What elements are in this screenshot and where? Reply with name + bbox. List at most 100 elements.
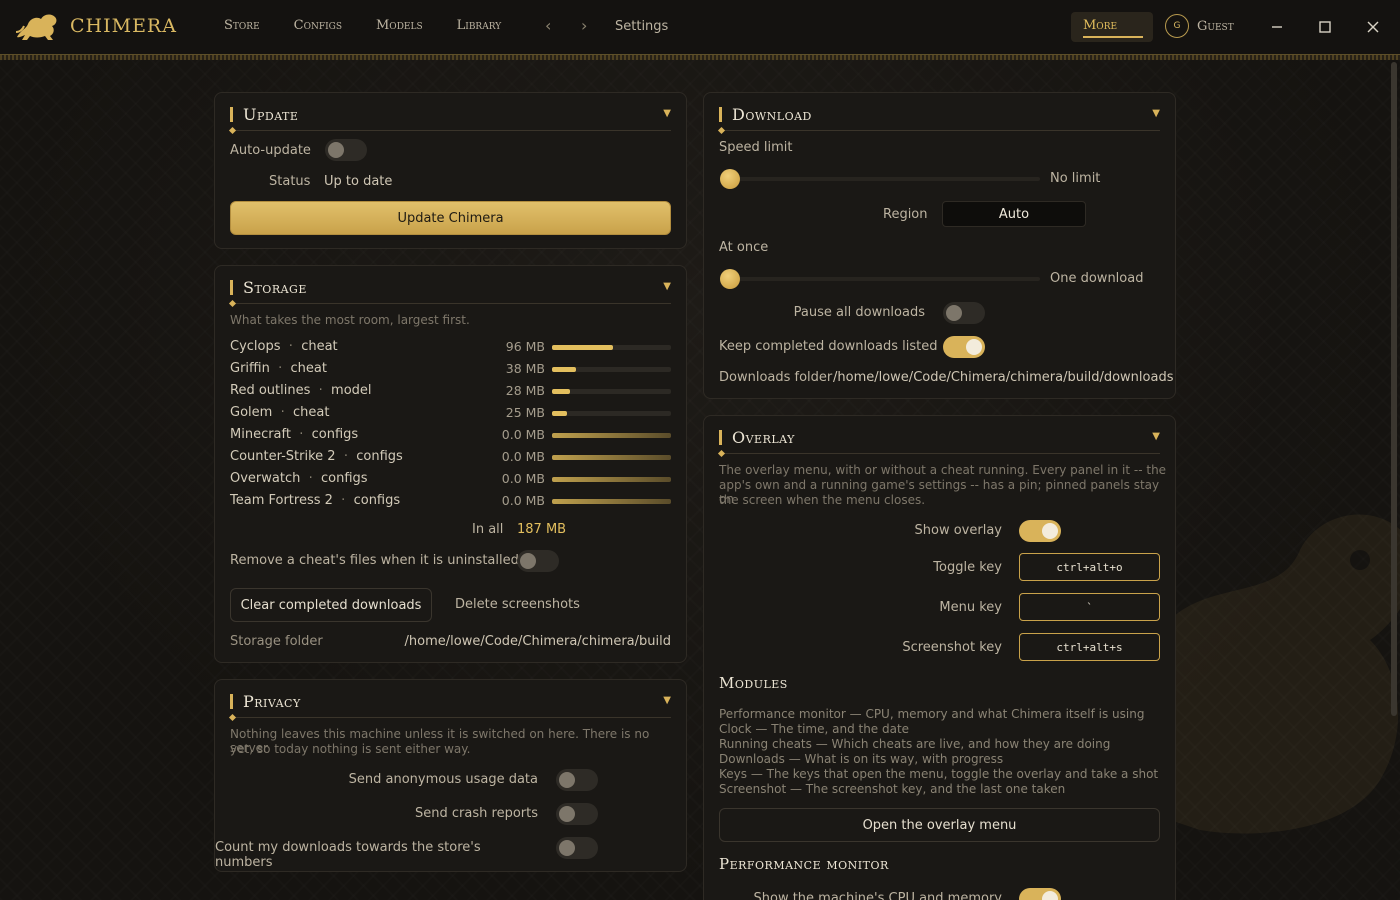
pause-downloads-toggle[interactable]: [943, 302, 985, 324]
storage-folder-value[interactable]: /home/lowe/Code/Chimera/chimera/build: [405, 634, 671, 649]
diamond-icon: [717, 126, 726, 135]
speed-limit-value: No limit: [1050, 171, 1101, 186]
divider: [719, 453, 1160, 454]
auto-update-label: Auto-update: [230, 143, 311, 158]
caret-down-icon[interactable]: ▼: [1152, 431, 1160, 442]
keep-completed-toggle[interactable]: [943, 336, 985, 358]
region-select[interactable]: Auto: [942, 201, 1086, 227]
menu-key-label: Menu key: [939, 600, 1002, 615]
panel-header[interactable]: Download ▼: [717, 105, 1160, 135]
downloads-folder-value[interactable]: /home/lowe/Code/Chimera/chimera/build/do…: [833, 370, 1173, 385]
count-downloads-toggle[interactable]: [556, 837, 598, 859]
total-label: In all: [472, 522, 504, 537]
more-button[interactable]: More: [1071, 12, 1153, 42]
module-item: Clock — The time, and the date: [719, 722, 910, 736]
module-item: Keys — The keys that open the menu, togg…: [719, 767, 1159, 781]
open-overlay-menu-button[interactable]: Open the overlay menu: [719, 808, 1160, 842]
performance-monitor-heading: Performance monitor: [719, 855, 889, 873]
nav-models[interactable]: Models: [376, 18, 423, 33]
at-once-slider[interactable]: [724, 277, 1040, 281]
forward-arrow-icon[interactable]: ›: [581, 16, 587, 35]
back-arrow-icon[interactable]: ‹: [545, 16, 551, 35]
panel-header[interactable]: Storage ▼: [228, 278, 671, 308]
panel-title: Storage: [230, 278, 307, 297]
scrollbar[interactable]: [1391, 62, 1397, 716]
nav-store[interactable]: Store: [224, 18, 260, 33]
total-value: 187 MB: [517, 522, 567, 537]
list-item: Overwatch · configs 0.0 MB: [230, 471, 671, 489]
speed-limit-slider[interactable]: [724, 177, 1040, 181]
storage-item-bar: [552, 345, 671, 350]
menu-key-field[interactable]: `: [1019, 593, 1160, 621]
caret-down-icon[interactable]: ▼: [663, 108, 671, 119]
storage-item-name: Griffin · cheat: [230, 361, 327, 376]
storage-item-size: 0.0 MB: [501, 493, 545, 508]
caret-down-icon[interactable]: ▼: [663, 281, 671, 292]
close-icon[interactable]: [1360, 14, 1386, 40]
crash-reports-toggle[interactable]: [556, 803, 598, 825]
diamond-icon: [228, 126, 237, 135]
overlay-description-line-1: The overlay menu, with or without a chea…: [719, 463, 1167, 477]
user-menu[interactable]: G Guest: [1165, 14, 1234, 38]
screenshot-key-field[interactable]: ctrl+alt+s: [1019, 633, 1160, 661]
update-panel: Update ▼ Auto-update Status Up to date U…: [214, 92, 687, 249]
storage-item-name: Red outlines · model: [230, 383, 372, 398]
caret-down-icon[interactable]: ▼: [1152, 108, 1160, 119]
storage-item-bar: [552, 367, 671, 372]
modules-heading: Modules: [719, 674, 788, 692]
privacy-panel: Privacy ▼ Nothing leaves this machine un…: [214, 679, 687, 872]
storage-item-bar: [552, 433, 671, 438]
panel-header[interactable]: Update ▼: [228, 105, 671, 135]
speed-limit-thumb[interactable]: [720, 169, 740, 189]
divider: [719, 130, 1160, 131]
list-item: Griffin · cheat 38 MB: [230, 361, 671, 379]
usage-data-label: Send anonymous usage data: [348, 772, 538, 787]
module-item: Screenshot — The screenshot key, and the…: [719, 782, 1066, 796]
app-name: CHIMERA: [70, 15, 177, 37]
status-value: Up to date: [324, 174, 393, 189]
storage-item-bar: [552, 477, 671, 482]
privacy-description-line-2: yet, so today nothing is sent either way…: [230, 742, 471, 756]
storage-item-bar-fill: [552, 345, 613, 350]
remove-files-toggle[interactable]: [517, 550, 559, 572]
clear-downloads-button[interactable]: Clear completed downloads: [230, 588, 432, 622]
module-item: Performance monitor — CPU, memory and wh…: [719, 707, 1145, 721]
perf-show-toggle[interactable]: [1019, 888, 1061, 900]
update-button[interactable]: Update Chimera: [230, 201, 671, 235]
perf-show-label: Show the machine's CPU and memory: [753, 891, 1003, 900]
at-once-label: At once: [719, 240, 769, 255]
list-item: Counter-Strike 2 · configs 0.0 MB: [230, 449, 671, 467]
storage-item-name: Cyclops · cheat: [230, 339, 338, 354]
usage-data-toggle[interactable]: [556, 769, 598, 791]
storage-item-size: 0.0 MB: [501, 449, 545, 464]
app-logo[interactable]: CHIMERA: [14, 10, 177, 42]
at-once-value: One download: [1050, 271, 1144, 286]
panel-header[interactable]: Overlay ▼: [717, 428, 1160, 458]
downloads-folder-label: Downloads folder: [719, 370, 833, 385]
storage-item-bar: [552, 499, 671, 504]
at-once-thumb[interactable]: [720, 269, 740, 289]
storage-item-name: Team Fortress 2 · configs: [230, 493, 401, 508]
storage-item-bar-fill: [552, 433, 671, 438]
nav-configs[interactable]: Configs: [294, 18, 342, 33]
storage-item-bar-fill: [552, 367, 576, 372]
storage-item-size: 28 MB: [505, 383, 545, 398]
delete-screenshots-button[interactable]: Delete screenshots: [455, 597, 580, 612]
list-item: Red outlines · model 28 MB: [230, 383, 671, 401]
storage-item-bar-fill: [552, 411, 568, 416]
list-item: Cyclops · cheat 96 MB: [230, 339, 671, 357]
nav-library[interactable]: Library: [457, 18, 502, 33]
panel-header[interactable]: Privacy ▼: [228, 692, 671, 722]
toggle-key-field[interactable]: ctrl+alt+o: [1019, 553, 1160, 581]
auto-update-toggle[interactable]: [325, 139, 367, 161]
main-nav: Store Configs Models Library: [224, 18, 501, 33]
storage-item-size: 96 MB: [505, 339, 545, 354]
diamond-icon: [228, 713, 237, 722]
panel-title: Download: [719, 105, 812, 124]
caret-down-icon[interactable]: ▼: [663, 695, 671, 706]
storage-item-size: 0.0 MB: [501, 427, 545, 442]
maximize-icon[interactable]: [1312, 14, 1338, 40]
user-label: Guest: [1197, 18, 1234, 34]
show-overlay-toggle[interactable]: [1019, 520, 1061, 542]
minimize-icon[interactable]: [1264, 14, 1290, 40]
